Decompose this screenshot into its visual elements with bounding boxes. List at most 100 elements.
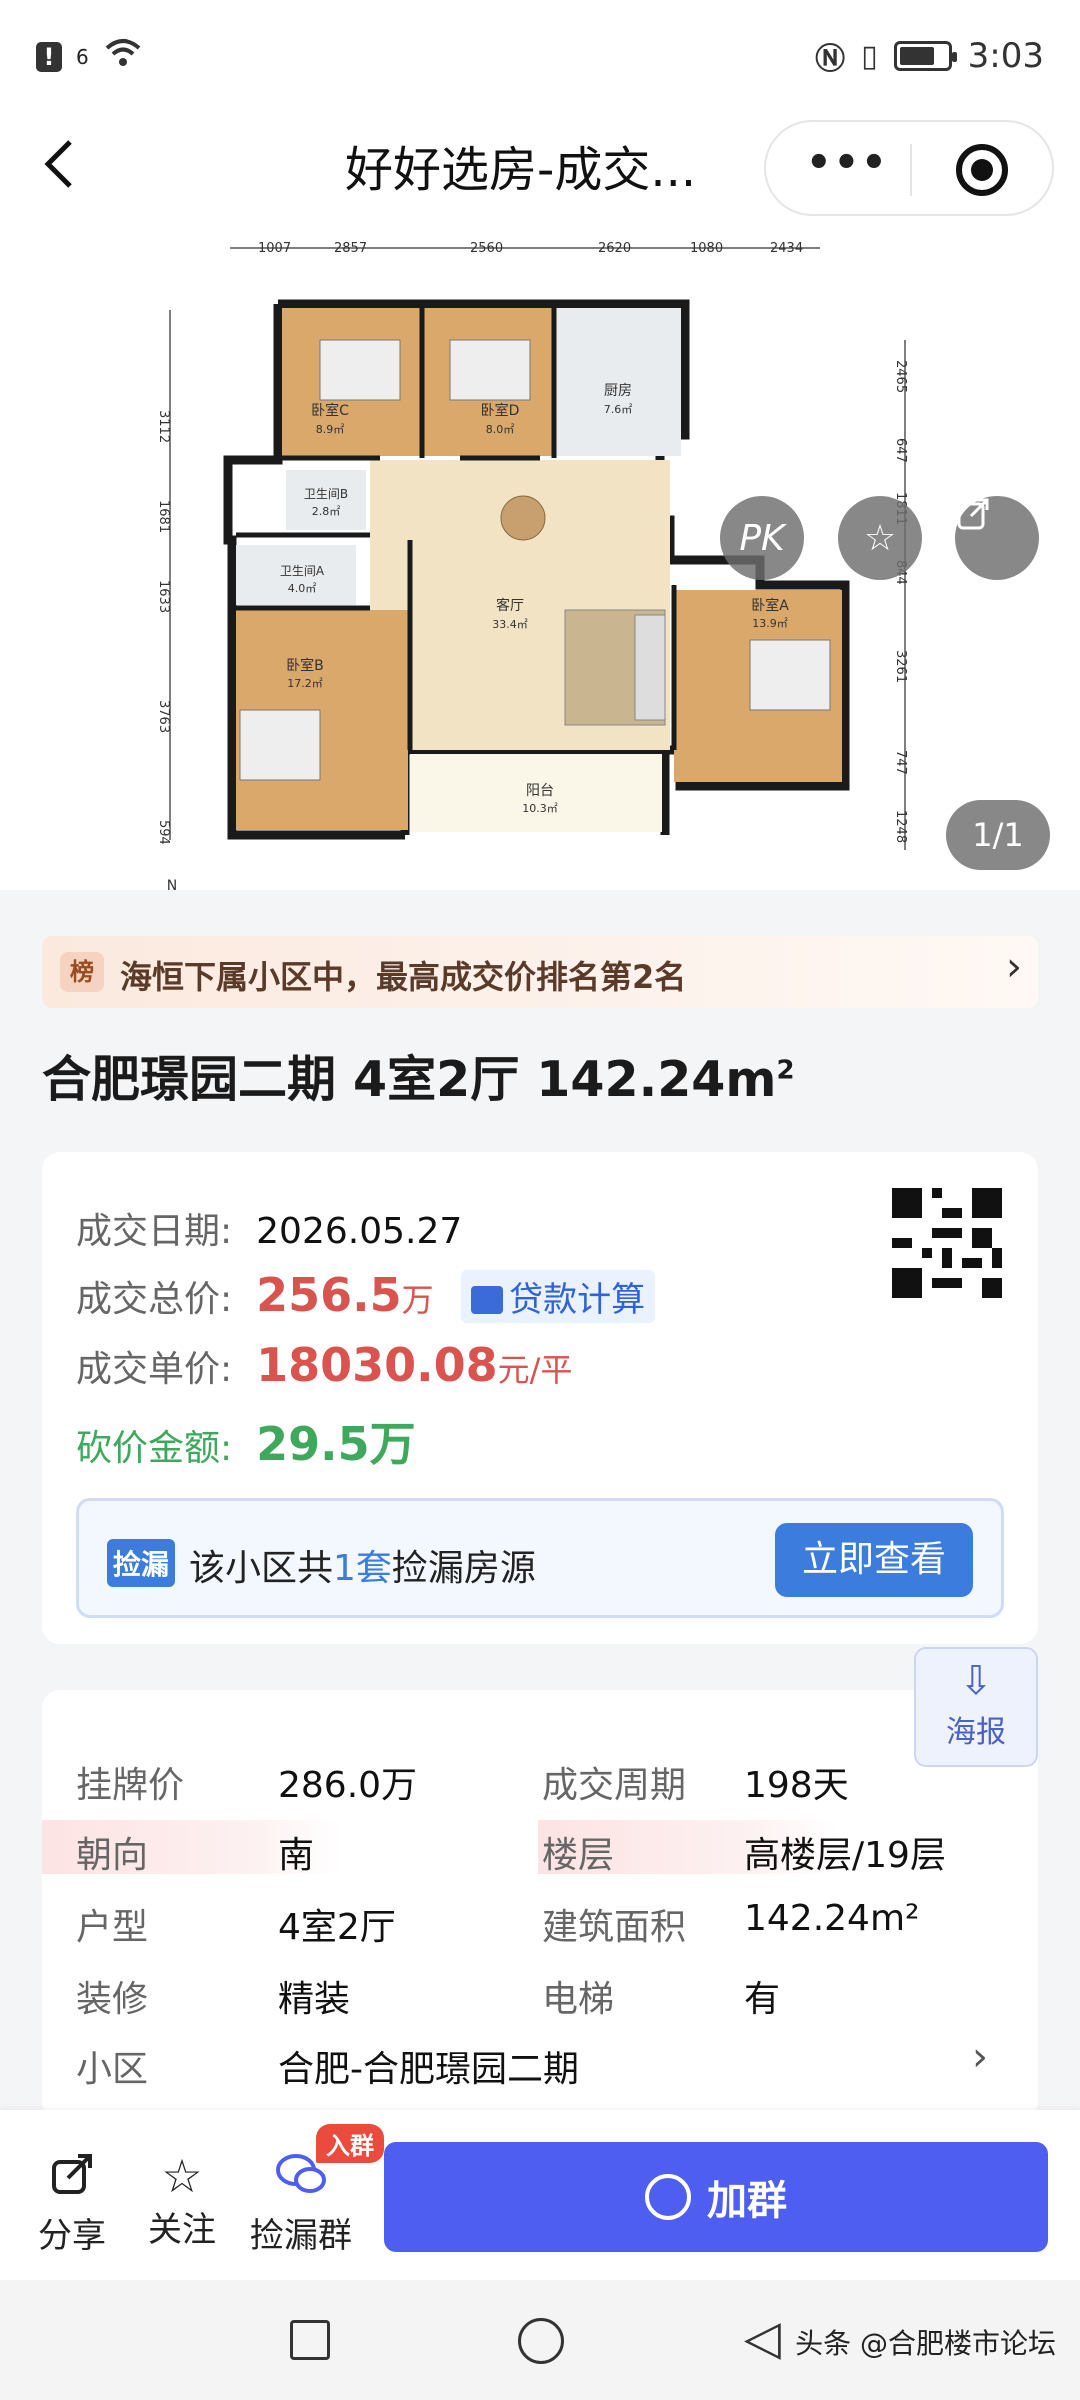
vibrate-icon: ▯ [861,38,878,74]
follow-action[interactable]: ☆ 关注 [148,2150,216,2251]
listing-title-sup: 2 [776,1055,795,1086]
view-now-button[interactable]: 立即查看 [775,1523,973,1597]
deal-unit-unit: 元/平 [497,1351,573,1389]
nfc-icon: Ⓝ [815,42,846,77]
bargain-text-prefix: 该小区共 [189,1548,334,1589]
more-dots-icon[interactable]: ••• [806,140,889,186]
nav-bar: 好好选房-成交... ••• [0,110,1080,230]
alert-icon: ! [36,41,62,72]
room-bedB: 卧室B [286,657,324,674]
follow-label: 关注 [148,2210,216,2250]
dim-left-5: 594 [156,820,171,845]
room-bedC-area: 8.9㎡ [316,423,345,436]
deal-discount-value: 29.5万 [256,1417,416,1471]
status-right: Ⓝ ▯ 3:03 [815,34,1044,78]
detail-value: 有 [744,1979,781,2020]
dim-top-4: 2620 [598,241,631,256]
detail-value: 高楼层/19层 [744,1835,946,1876]
close-target-icon[interactable] [956,144,1008,196]
room-bedA-area: 13.9㎡ [752,617,788,630]
signal-label: 6 [76,44,89,69]
status-bar: ! 6 Ⓝ ▯ 3:03 [0,0,1080,110]
deal-total-row: 成交总价: 256.5万 贷款计算 [76,1268,656,1323]
room-bedA: 卧室A [751,597,789,614]
chevron-right-icon: › [1006,944,1022,990]
image-counter: 1/1 [946,800,1050,870]
deal-card: 成交日期: 2026.05.27 成交总价: 256.5万 贷款计算 成交单价: 18… [42,1152,1038,1644]
join-group-button[interactable]: 加群 [384,2142,1048,2252]
bargain-text: 该小区共1套捡漏房源 [189,1539,536,1591]
room-bedD-area: 8.0㎡ [486,423,515,436]
qr-code-icon[interactable] [892,1188,1002,1298]
status-time: 3:03 [967,36,1044,76]
download-icon: ⇩ [959,1658,993,1704]
recent-apps-icon[interactable] [290,2320,330,2360]
chat-icon [645,2174,691,2220]
bargain-count: 1套 [333,1548,392,1589]
detail-label: 朝向 [76,1835,149,1876]
rank-text: 海恒下属小区中，最高成交价排名第2名 [120,958,687,996]
rank-badge: 榜 [60,952,104,992]
battery-icon [893,41,957,71]
join-group-label: 加群 [707,2178,787,2224]
wifi-icon [103,36,143,77]
dim-right-1: 2465 [893,360,908,393]
deal-unit-value: 18030.08 [256,1338,498,1392]
share-label: 分享 [38,2216,106,2256]
deal-unit-row: 成交单价: 18030.08元/平 [76,1338,572,1392]
poster-button[interactable]: ⇩ 海报 [914,1647,1038,1767]
detail-label: 挂牌价 [76,1765,185,1806]
floor-plan-image: 1007 2857 2560 2620 1080 2434 3112 1681 … [156,241,908,890]
dim-left-4: 3763 [156,700,171,733]
room-bedB-area: 17.2㎡ [287,677,323,690]
detail-label: 楼层 [542,1835,615,1876]
room-balcony-area: 10.3㎡ [522,802,558,815]
deal-unit-label: 成交单价: [76,1349,233,1390]
dim-top-5: 1080 [690,241,723,256]
dim-right-2: 647 [893,438,908,463]
deal-total-value: 256.5 [256,1268,402,1322]
room-kitchen: 厨房 [604,383,632,399]
favorite-button[interactable]: ☆ [838,496,922,580]
detail-value: 142.24m² [744,1898,920,1939]
bargain-group-action[interactable]: 捡漏群 [250,2150,352,2257]
dim-right-6: 747 [893,750,908,775]
listing-title: 合肥璟园二期 4室2厅 142.24m2 [42,1040,795,1111]
room-bathB: 卫生间B [304,487,348,501]
loan-calc-button[interactable]: 贷款计算 [461,1270,656,1323]
poster-label: 海报 [946,1715,1006,1750]
chat-bubbles-icon [250,2150,352,2208]
bargain-group-label: 捡漏群 [250,2216,352,2256]
detail-label: 装修 [76,1979,149,2020]
room-living-area: 33.4㎡ [492,618,528,631]
share-icon [38,2150,106,2208]
deal-total-label: 成交总价: [76,1279,233,1320]
watermark-text: 头条 @合肥楼市论坛 [795,2327,1056,2360]
share-action[interactable]: 分享 [38,2150,106,2257]
floor-plan-viewer[interactable]: 1007 2857 2560 2620 1080 2434 3112 1681 … [0,230,1080,890]
dim-right-5: 3261 [893,650,908,683]
back-triangle-icon[interactable]: ◁ [744,2310,781,2366]
detail-value: 精装 [278,1979,351,2020]
share-button[interactable] [955,496,1039,580]
status-left: ! 6 [36,36,143,77]
mini-program-capsule: ••• [764,120,1054,216]
room-bedC: 卧室C [311,402,349,419]
deal-date-row: 成交日期: 2026.05.27 [76,1202,462,1254]
rank-banner[interactable]: 榜 海恒下属小区中，最高成交价排名第2名 › [42,936,1038,1008]
home-icon[interactable] [518,2318,564,2364]
dim-top-3: 2560 [470,241,503,256]
star-icon: ☆ [863,517,897,559]
room-bedD: 卧室D [481,402,520,419]
details-card: 挂牌价 286.0万 成交周期 198天 朝向 南 楼层 高楼层/19层 户型 … [42,1690,1038,2110]
bargain-text-suffix: 捡漏房源 [391,1548,536,1589]
content-area: 榜 海恒下属小区中，最高成交价排名第2名 › 合肥璟园二期 4室2厅 142.2… [0,890,1080,2110]
detail-label: 成交周期 [542,1765,687,1806]
pk-label: PK [739,517,785,559]
loan-calc-label: 贷款计算 [509,1280,646,1320]
dim-top-2: 2857 [334,241,367,256]
back-arrow-icon[interactable] [38,134,78,205]
pk-button[interactable]: PK [720,496,804,580]
dim-left-1: 3112 [156,410,171,443]
dim-right-7: 1248 [893,810,908,843]
